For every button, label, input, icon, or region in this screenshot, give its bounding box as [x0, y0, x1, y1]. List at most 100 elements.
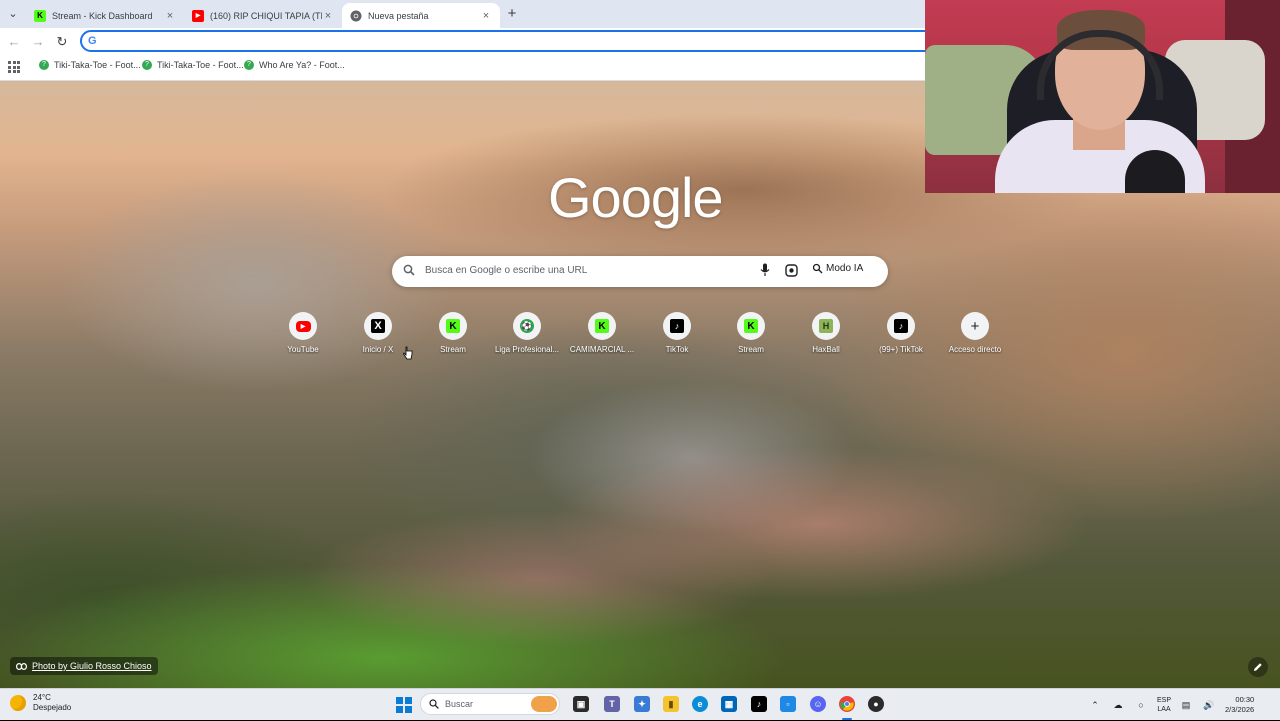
- store-icon[interactable]: ▦: [721, 696, 737, 712]
- address-bar[interactable]: G: [80, 30, 940, 52]
- shortcut-haxball[interactable]: H HaxBall: [789, 312, 863, 354]
- microphone-icon[interactable]: [760, 263, 770, 280]
- shortcut-add[interactable]: + Acceso directo: [938, 312, 1012, 354]
- app-icon[interactable]: ▫: [780, 696, 796, 712]
- shortcut-youtube[interactable]: ▶ YouTube: [266, 312, 340, 354]
- shortcut-label: (99+) TikTok: [879, 345, 923, 354]
- search-box[interactable]: Busca en Google o escribe una URL Modo I…: [392, 256, 888, 287]
- shortcut-camimarcial[interactable]: K CAMIMARCIAL ...: [565, 312, 639, 354]
- google-logo: Google: [548, 166, 724, 229]
- link-icon: [16, 662, 27, 670]
- pencil-icon: [1254, 663, 1262, 671]
- copilot-icon[interactable]: ✦: [634, 696, 650, 712]
- shortcut-label: Stream: [440, 345, 466, 354]
- photo-credit[interactable]: Photo by Giulio Rosso Chioso: [10, 657, 158, 675]
- tiktok-icon[interactable]: ♪: [751, 696, 767, 712]
- youtube-icon: ▶: [295, 320, 311, 332]
- shortcut-stream[interactable]: K Stream: [416, 312, 490, 354]
- mouse-cursor-icon: [403, 346, 413, 360]
- search-icon: [429, 699, 439, 709]
- customize-button[interactable]: [1248, 657, 1268, 677]
- system-tray: ⌃ ☁ ○ ESP LAA ▤ 🔊: [1088, 689, 1225, 721]
- volume-icon[interactable]: 🔊: [1202, 698, 1216, 712]
- x-icon: X: [371, 319, 385, 333]
- chevron-up-icon[interactable]: ⌃: [1088, 698, 1102, 712]
- weather-temp: 24°C: [33, 693, 51, 702]
- chrome-icon: [350, 10, 362, 22]
- tab-search-dropdown[interactable]: ⌄: [4, 6, 22, 22]
- tiktok-icon: ♪: [894, 319, 908, 333]
- tab-new-tab[interactable]: Nueva pestaña ×: [342, 3, 500, 28]
- shortcut-label: Acceso directo: [948, 345, 1002, 354]
- shortcut-label: YouTube: [287, 345, 319, 354]
- language-indicator[interactable]: ESP LAA: [1157, 696, 1171, 714]
- forward-arrow-icon[interactable]: →: [29, 33, 47, 51]
- edge-icon[interactable]: e: [692, 696, 708, 712]
- chrome-icon[interactable]: [839, 696, 855, 712]
- shortcut-label: Stream: [738, 345, 764, 354]
- bookmarks-bar: ? Tiki-Taka-Toe - Foot... ? Tiki-Taka-To…: [0, 56, 925, 81]
- plus-icon: +: [970, 317, 980, 335]
- new-tab-button[interactable]: +: [503, 5, 521, 23]
- weather-widget[interactable]: 24°C Despejado: [10, 693, 71, 713]
- windows-start-icon[interactable]: [396, 697, 412, 713]
- shortcut-label: TikTok: [665, 345, 689, 354]
- google-g-icon: G: [88, 35, 97, 47]
- haxball-icon: H: [819, 319, 833, 333]
- ai-mode-icon: [812, 263, 823, 274]
- shortcut-tiktok-2[interactable]: ♪ (99+) TikTok: [864, 312, 938, 354]
- clock[interactable]: 00:30 2/3/2026: [1225, 695, 1254, 715]
- bookmark-favicon-icon: ?: [39, 60, 49, 70]
- shortcut-stream-2[interactable]: K Stream: [714, 312, 788, 354]
- tab-title: (160) RIP CHIQUI TAPIA (TIRADITOS: [210, 10, 322, 21]
- shortcut-label: Liga Profesional...: [494, 345, 560, 354]
- reload-icon[interactable]: ↻: [53, 33, 71, 51]
- close-icon[interactable]: ×: [322, 10, 334, 22]
- kick-icon: K: [595, 319, 609, 333]
- taskbar-search[interactable]: Buscar: [420, 693, 560, 715]
- tab-youtube[interactable]: ▶ (160) RIP CHIQUI TAPIA (TIRADITOS ×: [184, 3, 342, 28]
- youtube-icon: ▶: [192, 9, 204, 22]
- bookmark-item[interactable]: ? Tiki-Taka-Toe - Foot...: [142, 60, 244, 70]
- taskbar: 24°C Despejado Buscar ▣ T ✦ ▮ e ▦ ♪ ▫ ☺ …: [0, 688, 1280, 720]
- photo-credit-label: Photo by Giulio Rosso Chioso: [32, 661, 152, 671]
- bookmark-item[interactable]: ? Tiki-Taka-Toe - Foot...: [39, 60, 141, 70]
- bookmark-label: Tiki-Taka-Toe - Foot...: [157, 60, 244, 70]
- lpf-icon: ⚽: [520, 319, 534, 333]
- shortcut-label: CAMIMARCIAL ...: [569, 345, 635, 354]
- file-explorer-icon[interactable]: ▮: [663, 696, 679, 712]
- shortcut-label: HaxBall: [812, 345, 840, 354]
- ai-mode-button[interactable]: Modo IA: [812, 263, 863, 274]
- clock-time: 00:30: [1235, 695, 1255, 704]
- browser-toolbar: ← → ↻ G: [0, 28, 940, 56]
- tiktok-icon: ♪: [670, 319, 684, 333]
- search-placeholder: Busca en Google o escribe una URL: [425, 265, 588, 276]
- weather-sun-icon: [10, 695, 26, 711]
- search-icon: [403, 264, 415, 279]
- kick-icon: K: [34, 9, 46, 22]
- app-icon-red[interactable]: ●: [868, 696, 884, 712]
- weather-desc: Despejado: [33, 703, 72, 712]
- bookmark-item[interactable]: ? Who Are Ya? - Foot...: [244, 60, 345, 70]
- webcam-overlay: [925, 0, 1280, 193]
- teams-icon[interactable]: T: [604, 696, 620, 712]
- close-icon[interactable]: ×: [164, 10, 176, 22]
- network-icon[interactable]: ▤: [1179, 698, 1193, 712]
- apps-grid-icon[interactable]: [8, 61, 20, 73]
- google-lens-icon[interactable]: [785, 264, 798, 280]
- lang-top: ESP: [1157, 697, 1172, 704]
- shortcut-tiktok[interactable]: ♪ TikTok: [640, 312, 714, 354]
- discord-icon[interactable]: ☺: [810, 696, 826, 712]
- cloud-icon[interactable]: ☁: [1111, 698, 1125, 712]
- lang-bottom: LAA: [1157, 706, 1171, 713]
- ai-mode-label: Modo IA: [826, 263, 864, 274]
- task-view-icon[interactable]: ▣: [573, 696, 589, 712]
- close-icon[interactable]: ×: [480, 10, 492, 22]
- search-highlight-icon: [531, 696, 557, 712]
- back-arrow-icon[interactable]: ←: [5, 33, 23, 51]
- tab-kick-dashboard[interactable]: K Stream - Kick Dashboard ×: [26, 3, 184, 28]
- tab-title: Stream - Kick Dashboard: [52, 10, 153, 21]
- tray-app-icon[interactable]: ○: [1134, 698, 1148, 712]
- kick-icon: K: [446, 319, 460, 333]
- shortcut-liga-profesional[interactable]: ⚽ Liga Profesional...: [490, 312, 564, 354]
